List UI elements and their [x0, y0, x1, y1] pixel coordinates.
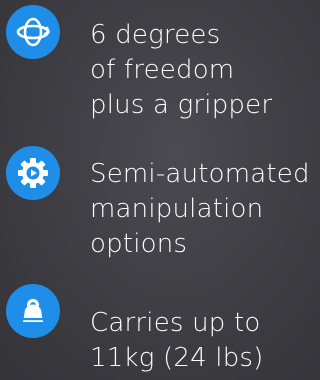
feature-automation-text: Semi-automated manipulation options [90, 157, 310, 262]
feature-line: 11kg (24 lbs) [90, 343, 264, 373]
feature-line: Carries up to [90, 308, 261, 338]
feature-line: of freedom [90, 55, 235, 85]
feature-dof-text: 6 degrees of freedom plus a gripper [90, 18, 272, 123]
weight-icon [6, 284, 60, 338]
feature-line: options [90, 229, 188, 259]
rotation-axes-icon [6, 5, 60, 59]
feature-line: 6 degrees [90, 20, 221, 50]
feature-line: plus a gripper [90, 90, 273, 120]
gear-play-icon [6, 146, 60, 200]
feature-line: manipulation [90, 194, 264, 224]
feature-line: Semi-automated [90, 159, 310, 189]
feature-payload-text: Carries up to 11kg (24 lbs) [90, 306, 264, 376]
